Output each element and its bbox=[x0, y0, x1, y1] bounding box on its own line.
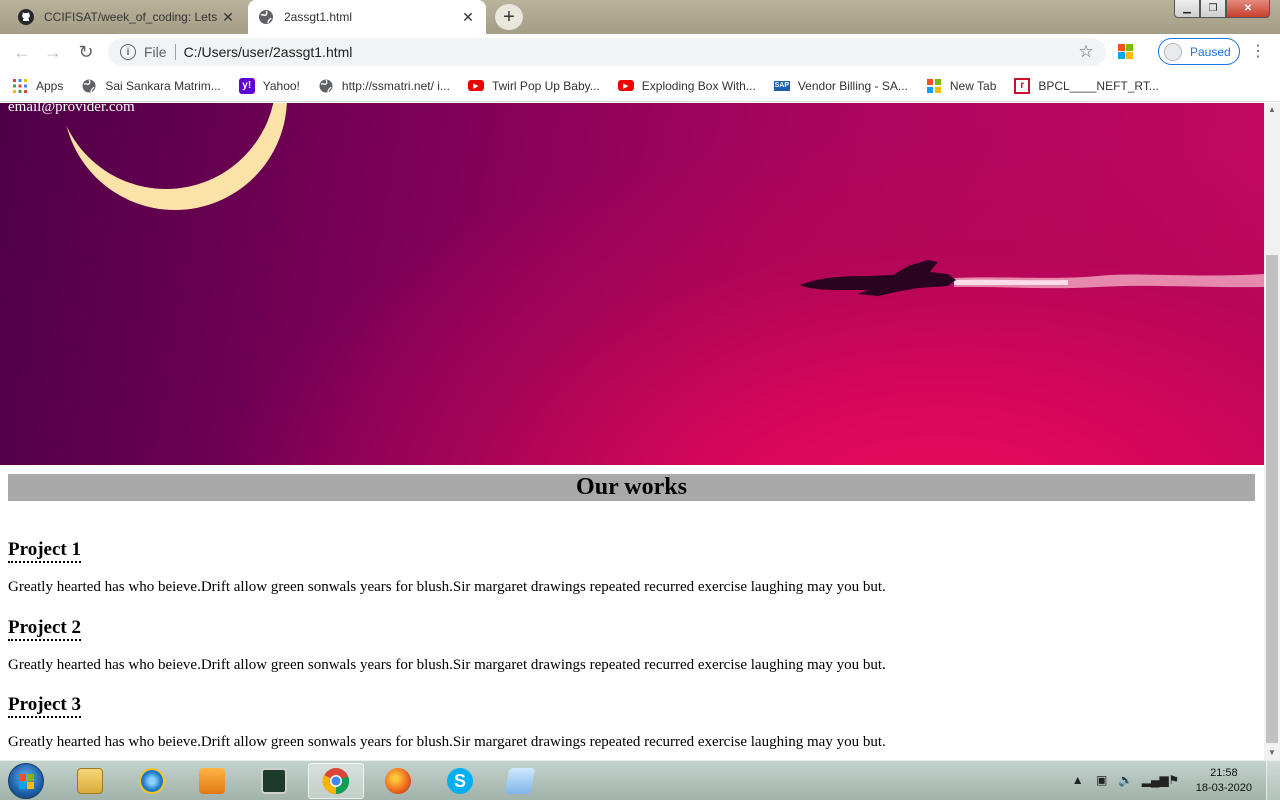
section-title: Our works bbox=[8, 474, 1255, 501]
internet-explorer-icon[interactable] bbox=[124, 763, 180, 799]
bookmark-label: Vendor Billing - SA... bbox=[797, 78, 908, 93]
browser-toolbar: ← → ↻ i File C:/Users/user/2assgt1.html … bbox=[0, 34, 1280, 70]
close-window-button[interactable]: ✕ bbox=[1226, 0, 1270, 18]
tab-github[interactable]: CCIFISAT/week_of_coding: Lets le ✕ bbox=[8, 0, 246, 34]
project-description: Greatly hearted has who beieve.Drift all… bbox=[8, 734, 886, 750]
bookmark-label: Twirl Pop Up Baby... bbox=[491, 78, 600, 93]
project-item: Project 2 Greatly hearted has who beieve… bbox=[8, 617, 1255, 674]
file-explorer-icon[interactable] bbox=[62, 763, 118, 799]
header-email: email@provider.com bbox=[8, 103, 135, 115]
info-icon[interactable]: i bbox=[120, 44, 136, 60]
network-device-icon[interactable]: ▣ bbox=[1094, 773, 1110, 789]
forward-arrow-icon[interactable]: → bbox=[41, 40, 65, 64]
scroll-thumb[interactable] bbox=[1266, 255, 1278, 743]
tab-close-icon[interactable]: ✕ bbox=[460, 9, 476, 26]
vertical-scrollbar[interactable]: ▲ ▼ bbox=[1264, 103, 1280, 760]
address-bar[interactable]: i File C:/Users/user/2assgt1.html ☆ bbox=[108, 38, 1106, 66]
bookmark-label: Sai Sankara Matrim... bbox=[105, 78, 221, 93]
taskbar: S ▲ ▣ 🔈 ▂▄▆ ⚑ 21:58 18-03-2020 bbox=[0, 760, 1280, 801]
apps-grid-icon bbox=[12, 78, 28, 94]
menu-dots-icon[interactable]: ⋮ bbox=[1250, 42, 1266, 62]
system-tray: ▲ ▣ 🔈 ▂▄▆ ⚑ 21:58 18-03-2020 bbox=[1070, 761, 1280, 801]
bookmark-label: New Tab bbox=[949, 78, 997, 93]
tab-close-icon[interactable]: ✕ bbox=[220, 9, 236, 26]
bookmark-label: Exploding Box With... bbox=[641, 78, 756, 93]
jet-icon bbox=[800, 260, 1264, 296]
tab-2assgt1[interactable]: 2assgt1.html ✕ bbox=[248, 0, 486, 34]
bpcl-icon: r bbox=[1014, 77, 1031, 94]
url-scheme: File bbox=[144, 44, 167, 60]
globe-icon bbox=[318, 78, 334, 94]
project-description: Greatly hearted has who beieve.Drift all… bbox=[8, 579, 886, 595]
page-viewport: email@provider.com Our works Project 1 G… bbox=[0, 103, 1264, 760]
clock-time: 21:58 bbox=[1210, 767, 1238, 779]
bookmark-label: Yahoo! bbox=[262, 78, 300, 93]
sap-icon: SAP bbox=[773, 80, 790, 91]
hero-banner: email@provider.com bbox=[0, 103, 1264, 465]
bookmark-label: http://ssmatri.net/ i... bbox=[341, 78, 450, 93]
window-controls: ▁ ❐ ✕ bbox=[1174, 0, 1270, 18]
windows-icon bbox=[926, 78, 942, 94]
notepad-icon[interactable] bbox=[492, 763, 548, 799]
bookmark-apps[interactable]: Apps bbox=[12, 78, 63, 94]
signal-icon[interactable]: ▂▄▆ bbox=[1142, 773, 1169, 789]
reload-icon[interactable]: ↻ bbox=[74, 40, 98, 64]
project-title: Project 2 bbox=[8, 617, 81, 641]
tab-title: CCIFISAT/week_of_coding: Lets le bbox=[44, 10, 220, 24]
task-manager-icon[interactable] bbox=[246, 763, 302, 799]
firefox-icon[interactable] bbox=[370, 763, 426, 799]
extension-icon[interactable] bbox=[1118, 44, 1134, 60]
youtube-icon: ▶ bbox=[617, 80, 634, 91]
maximize-button[interactable]: ❐ bbox=[1200, 0, 1226, 18]
bookmark-ssmatri[interactable]: http://ssmatri.net/ i... bbox=[318, 78, 450, 94]
project-item: Project 3 Greatly hearted has who beieve… bbox=[8, 694, 1255, 751]
media-player-icon[interactable] bbox=[184, 763, 240, 799]
start-button[interactable] bbox=[8, 763, 44, 799]
avatar bbox=[1164, 42, 1182, 61]
url-text[interactable]: C:/Users/user/2assgt1.html bbox=[184, 44, 1076, 60]
bookmark-label: Apps bbox=[36, 78, 64, 93]
youtube-icon: ▶ bbox=[467, 80, 484, 91]
tab-strip: CCIFISAT/week_of_coding: Lets le ✕ 2assg… bbox=[0, 0, 1280, 34]
clock[interactable]: 21:58 18-03-2020 bbox=[1196, 766, 1252, 796]
bookmark-bpcl[interactable]: r BPCL____NEFT_RT... bbox=[1014, 77, 1159, 94]
bookmark-twirl-pop-up[interactable]: ▶ Twirl Pop Up Baby... bbox=[467, 78, 600, 93]
globe-icon bbox=[81, 78, 97, 94]
crescent-moon-icon bbox=[63, 103, 287, 210]
action-center-flag-icon[interactable]: ⚑ bbox=[1166, 773, 1182, 789]
new-tab-button[interactable]: + bbox=[495, 4, 523, 30]
project-description: Greatly hearted has who beieve.Drift all… bbox=[8, 657, 886, 673]
profile-status: Paused bbox=[1190, 44, 1231, 59]
chrome-icon[interactable] bbox=[308, 763, 364, 799]
minimize-button[interactable]: ▁ bbox=[1174, 0, 1200, 18]
project-title: Project 3 bbox=[8, 694, 81, 718]
clock-date: 18-03-2020 bbox=[1195, 782, 1252, 794]
project-item: Project 1 Greatly hearted has who beieve… bbox=[8, 539, 1255, 596]
divider bbox=[174, 44, 176, 60]
bookmark-label: BPCL____NEFT_RT... bbox=[1038, 78, 1159, 93]
bookmark-exploding-box[interactable]: ▶ Exploding Box With... bbox=[617, 78, 756, 93]
show-hidden-icons-icon[interactable]: ▲ bbox=[1070, 773, 1086, 789]
profile-button[interactable]: Paused bbox=[1158, 38, 1240, 65]
back-arrow-icon[interactable]: ← bbox=[10, 40, 34, 64]
bookmarks-bar: Apps Sai Sankara Matrim... y! Yahoo! htt… bbox=[0, 70, 1280, 102]
yahoo-icon: y! bbox=[238, 77, 255, 94]
globe-icon bbox=[258, 9, 274, 25]
show-desktop-button[interactable] bbox=[1266, 761, 1280, 801]
scroll-up-arrow-icon[interactable]: ▲ bbox=[1264, 103, 1280, 117]
bookmark-yahoo[interactable]: y! Yahoo! bbox=[238, 77, 300, 94]
bookmark-new-tab[interactable]: New Tab bbox=[926, 78, 996, 94]
bookmark-star-icon[interactable]: ☆ bbox=[1076, 42, 1096, 62]
volume-icon[interactable]: 🔈 bbox=[1118, 773, 1134, 789]
project-title: Project 1 bbox=[8, 539, 81, 563]
tab-title: 2assgt1.html bbox=[284, 10, 353, 24]
skype-icon[interactable]: S bbox=[432, 763, 488, 799]
bookmark-vendor-billing[interactable]: SAP Vendor Billing - SA... bbox=[773, 78, 908, 93]
github-icon bbox=[18, 9, 34, 25]
bookmark-sai-sankara[interactable]: Sai Sankara Matrim... bbox=[81, 78, 221, 94]
scroll-down-arrow-icon[interactable]: ▼ bbox=[1264, 746, 1280, 760]
